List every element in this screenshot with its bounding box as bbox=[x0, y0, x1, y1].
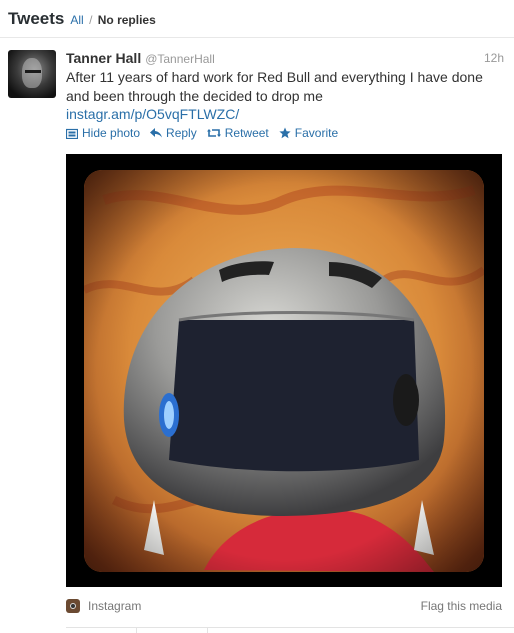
instagram-icon bbox=[66, 599, 80, 613]
media-footer: Instagram Flag this media bbox=[66, 596, 502, 616]
media-source[interactable]: Instagram bbox=[66, 599, 141, 613]
header-filters: All / No replies bbox=[70, 13, 155, 27]
author-username[interactable]: @TannerHall bbox=[145, 52, 215, 66]
tweet-content: Tanner Hall @TannerHall After 11 years o… bbox=[66, 50, 514, 142]
divider-segment bbox=[137, 628, 208, 633]
tweet-link[interactable]: instagr.am/p/O5vqFTLWZC/ bbox=[66, 106, 514, 122]
divider-segment bbox=[66, 628, 137, 633]
media-source-label: Instagram bbox=[88, 599, 142, 613]
filter-no-replies[interactable]: No replies bbox=[98, 13, 156, 27]
filter-separator: / bbox=[89, 13, 93, 27]
hide-photo-button[interactable]: Hide photo bbox=[66, 126, 140, 140]
photo-illustration bbox=[84, 170, 484, 572]
tweet: 12h Tanner Hall @TannerHall After 11 yea… bbox=[0, 38, 514, 142]
tweet-author-row: Tanner Hall @TannerHall bbox=[66, 50, 514, 66]
avatar[interactable] bbox=[8, 50, 56, 98]
tweet-text: After 11 years of hard work for Red Bull… bbox=[66, 69, 483, 104]
favorite-button[interactable]: Favorite bbox=[279, 126, 338, 140]
next-tweet-edge bbox=[66, 627, 514, 633]
header-title: Tweets bbox=[8, 9, 65, 28]
favorite-label: Favorite bbox=[294, 126, 339, 140]
timeline-header: Tweets All / No replies bbox=[0, 0, 514, 38]
helmet-photo[interactable] bbox=[84, 170, 484, 572]
flag-media-link[interactable]: Flag this media bbox=[421, 599, 502, 613]
reply-icon bbox=[150, 128, 163, 138]
reply-label: Reply bbox=[166, 126, 197, 140]
retweet-button[interactable]: Retweet bbox=[206, 126, 269, 140]
author-fullname[interactable]: Tanner Hall bbox=[66, 50, 141, 66]
filter-all-link[interactable]: All bbox=[70, 13, 83, 27]
tweet-actions: Hide photo Reply Retweet Favorite bbox=[66, 124, 514, 142]
photo-icon bbox=[66, 128, 78, 139]
retweet-icon bbox=[206, 129, 221, 137]
retweet-label: Retweet bbox=[224, 126, 269, 140]
star-icon bbox=[279, 127, 291, 139]
tweet-timestamp[interactable]: 12h bbox=[484, 51, 504, 65]
reply-button[interactable]: Reply bbox=[150, 126, 197, 140]
tweet-media[interactable] bbox=[66, 154, 502, 587]
hide-photo-label: Hide photo bbox=[82, 126, 141, 140]
